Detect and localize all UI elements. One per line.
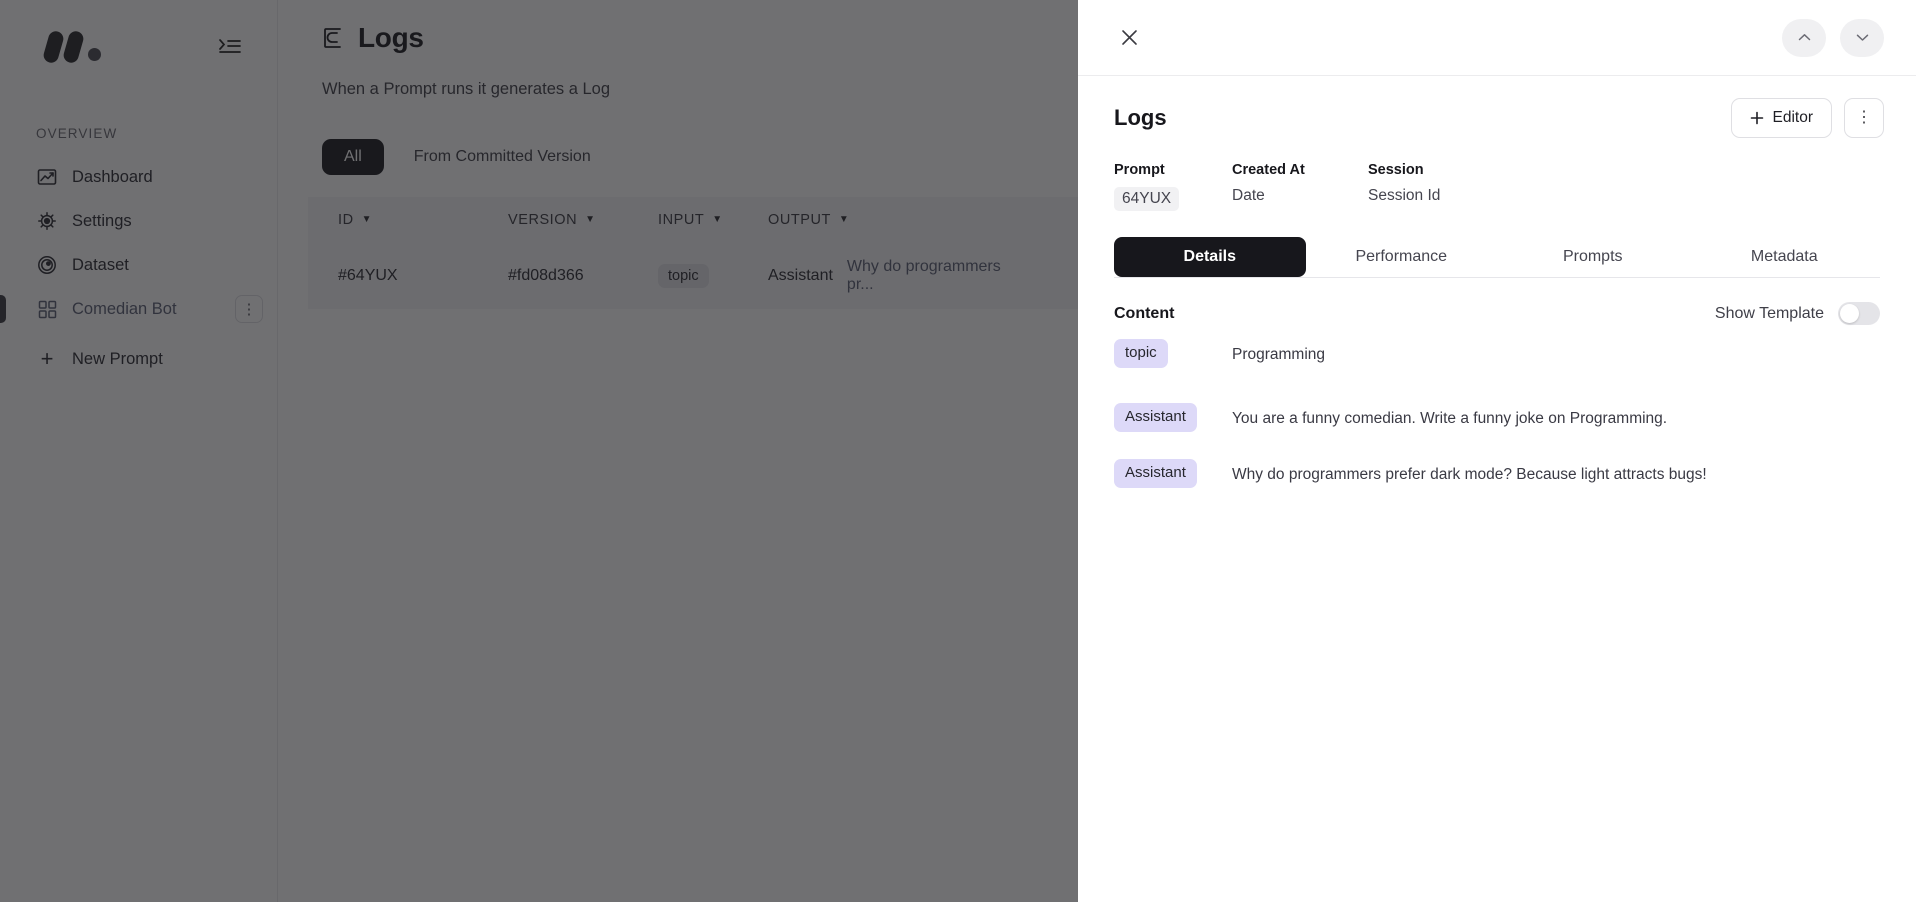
role-cell: Assistant (1114, 403, 1232, 432)
log-detail-panel: Logs Editor ⋮ Prompt 64YUX Created At Da… (1078, 0, 1916, 902)
app-root: OVERVIEW Dashboard (0, 0, 1916, 902)
content-message-list: topic Programming Assistant You are a fu… (1078, 325, 1916, 498)
content-section-header: Content Show Template (1078, 278, 1916, 325)
panel-nav-buttons (1782, 18, 1884, 57)
meta-label: Session (1368, 162, 1424, 178)
panel-topbar (1078, 0, 1916, 76)
meta-value: Session Id (1368, 187, 1441, 204)
show-template-label: Show Template (1714, 304, 1824, 322)
meta-value: Date (1232, 187, 1265, 204)
panel-tabs: Details Performance Prompts Metadata (1114, 237, 1880, 278)
show-template-toggle[interactable] (1838, 302, 1880, 325)
previous-log-button[interactable] (1782, 18, 1826, 57)
content-row: Assistant Why do programmers prefer dark… (1114, 459, 1880, 498)
tab-details[interactable]: Details (1114, 237, 1306, 277)
tab-metadata[interactable]: Metadata (1689, 237, 1881, 277)
tab-performance[interactable]: Performance (1306, 237, 1498, 277)
content-text: Why do programmers prefer dark mode? Bec… (1232, 466, 1707, 483)
role-cell: Assistant (1114, 459, 1232, 488)
meta-field-created-at: Created At Date (1232, 162, 1368, 211)
add-editor-button[interactable]: Editor (1730, 98, 1832, 138)
content-text: Programming (1232, 346, 1326, 363)
meta-field-session: Session Session Id (1368, 162, 1440, 211)
plus-icon (1750, 111, 1763, 125)
meta-label: Prompt (1114, 162, 1165, 178)
role-pill: Assistant (1114, 459, 1197, 488)
meta-value: 64YUX (1114, 187, 1180, 211)
content-heading: Content (1114, 304, 1175, 322)
panel-title: Logs (1114, 105, 1167, 130)
role-pill: Assistant (1114, 403, 1197, 432)
tab-prompts[interactable]: Prompts (1497, 237, 1689, 277)
meta-field-prompt: Prompt 64YUX (1114, 162, 1232, 211)
show-template-group: Show Template (1715, 302, 1880, 325)
next-log-button[interactable] (1840, 18, 1884, 57)
close-icon[interactable] (1114, 23, 1144, 53)
panel-header-actions: Editor ⋮ (1730, 98, 1884, 138)
toggle-knob (1840, 304, 1859, 323)
add-editor-label: Editor (1772, 109, 1814, 126)
panel-header: Logs Editor ⋮ (1078, 76, 1916, 138)
panel-more-icon[interactable]: ⋮ (1844, 98, 1884, 138)
role-cell: topic (1114, 339, 1232, 368)
meta-label: Created At (1232, 162, 1305, 178)
content-row: topic Programming (1114, 339, 1880, 378)
role-pill: topic (1114, 339, 1168, 368)
content-text: You are a funny comedian. Write a funny … (1232, 410, 1668, 427)
log-meta: Prompt 64YUX Created At Date Session Ses… (1078, 138, 1916, 211)
content-row: Assistant You are a funny comedian. Writ… (1114, 403, 1880, 442)
